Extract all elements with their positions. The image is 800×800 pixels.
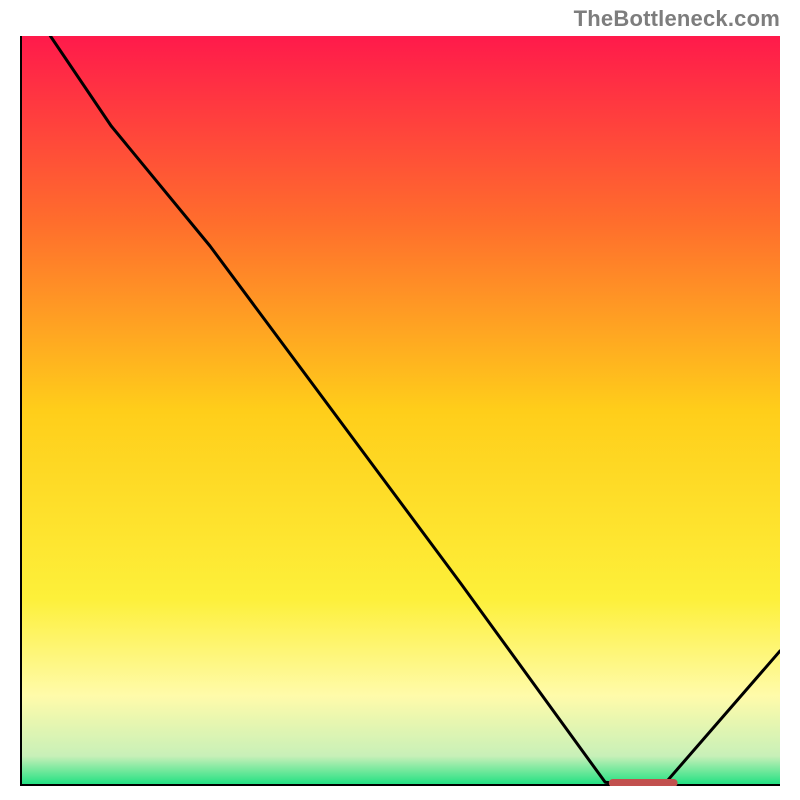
x-axis-line [20,784,780,786]
chart-stage: TheBottleneck.com [0,0,800,800]
gradient-plot-area [20,36,780,786]
gradient-background [20,36,780,786]
y-axis-line [20,36,22,786]
watermark-label: TheBottleneck.com [574,6,780,32]
